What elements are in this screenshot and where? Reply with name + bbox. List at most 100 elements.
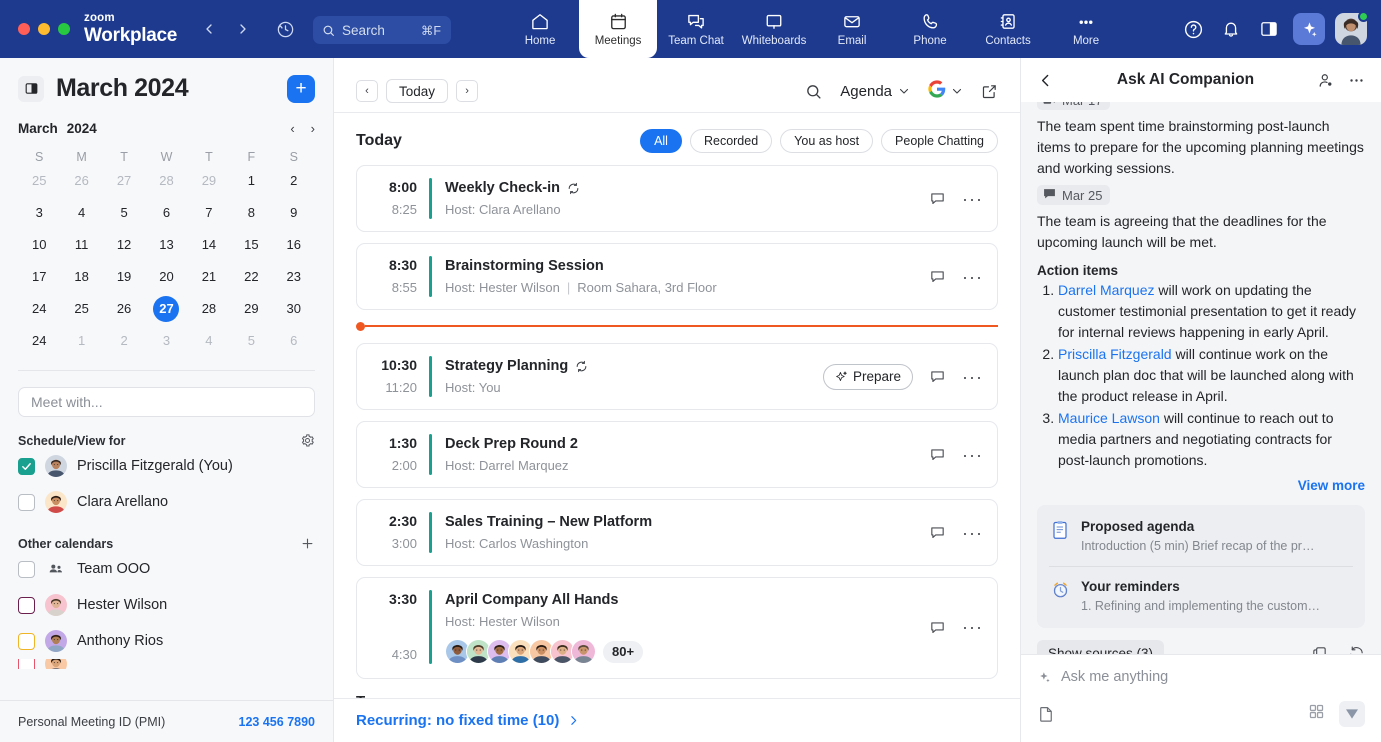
meeting-more-icon[interactable]: ··· bbox=[962, 450, 983, 460]
mini-calendar-day[interactable]: 9 bbox=[273, 200, 315, 226]
gear-icon[interactable] bbox=[300, 433, 315, 448]
meeting-more-icon[interactable]: ··· bbox=[962, 622, 983, 632]
calendar-checkbox[interactable] bbox=[18, 659, 35, 669]
mini-calendar-day[interactable]: 6 bbox=[273, 328, 315, 354]
history-icon[interactable] bbox=[271, 15, 299, 43]
mini-calendar-day[interactable]: 14 bbox=[188, 232, 230, 258]
mini-calendar-day[interactable]: 19 bbox=[103, 264, 145, 290]
mini-calendar-day[interactable]: 7 bbox=[188, 200, 230, 226]
mini-calendar-day[interactable]: 3 bbox=[145, 328, 187, 354]
mini-calendar-selected-day[interactable]: 27 bbox=[145, 296, 187, 322]
view-more-link[interactable]: View more bbox=[1037, 478, 1365, 493]
mini-calendar-day[interactable]: 29 bbox=[188, 168, 230, 194]
next-day-button[interactable]: › bbox=[456, 80, 478, 102]
meeting-card[interactable]: 8:008:25Weekly Check-inHost: Clara Arell… bbox=[356, 165, 998, 232]
calendar-checkbox[interactable] bbox=[18, 597, 35, 614]
ai-more-icon[interactable] bbox=[1348, 72, 1365, 89]
google-calendar-selector[interactable] bbox=[928, 80, 963, 103]
other-calendar-row[interactable]: Hester Wilson bbox=[0, 587, 333, 623]
proposed-agenda-row[interactable]: Proposed agenda Introduction (5 min) Bri… bbox=[1049, 515, 1353, 558]
mini-calendar-day[interactable]: 4 bbox=[188, 328, 230, 354]
mini-calendar-day[interactable]: 24 bbox=[18, 296, 60, 322]
meeting-more-icon[interactable]: ··· bbox=[962, 272, 983, 282]
mini-calendar-day[interactable]: 28 bbox=[188, 296, 230, 322]
refresh-icon[interactable] bbox=[1348, 645, 1365, 655]
mini-calendar-day[interactable]: 12 bbox=[103, 232, 145, 258]
tab-email[interactable]: Email bbox=[813, 0, 891, 58]
mini-calendar-day[interactable]: 4 bbox=[60, 200, 102, 226]
mini-calendar-day[interactable]: 21 bbox=[188, 264, 230, 290]
ai-entry-tag[interactable]: Mar 25 bbox=[1037, 185, 1110, 205]
filter-chip-recorded[interactable]: Recorded bbox=[690, 129, 772, 153]
meeting-chat-icon[interactable] bbox=[929, 524, 946, 541]
show-sources-button[interactable]: Show sources (3) bbox=[1037, 640, 1164, 654]
calendar-checkbox[interactable] bbox=[18, 561, 35, 578]
other-calendar-row[interactable]: Anthony Rios bbox=[0, 623, 333, 659]
mini-calendar-day[interactable]: 16 bbox=[273, 232, 315, 258]
today-button[interactable]: Today bbox=[386, 79, 448, 103]
mini-calendar-day[interactable]: 25 bbox=[60, 296, 102, 322]
attendee-avatars[interactable]: 80+ bbox=[445, 639, 919, 664]
meeting-card[interactable]: 3:304:30April Company All HandsHost: Hes… bbox=[356, 577, 998, 679]
meeting-more-icon[interactable]: ··· bbox=[962, 194, 983, 204]
filter-chip-you-as-host[interactable]: You as host bbox=[780, 129, 873, 153]
document-icon[interactable] bbox=[1037, 705, 1055, 723]
your-reminders-row[interactable]: Your reminders 1. Refining and implement… bbox=[1049, 575, 1353, 618]
forward-button[interactable] bbox=[229, 15, 257, 43]
meeting-chat-icon[interactable] bbox=[929, 190, 946, 207]
mini-calendar-day[interactable]: 5 bbox=[230, 328, 272, 354]
mini-calendar-day[interactable]: 6 bbox=[145, 200, 187, 226]
mini-calendar-day[interactable]: 2 bbox=[273, 168, 315, 194]
ai-panel-body[interactable]: Mar 17The team spent time brainstorming … bbox=[1021, 102, 1381, 654]
prev-day-button[interactable]: ‹ bbox=[356, 80, 378, 102]
filter-chip-people-chatting[interactable]: People Chatting bbox=[881, 129, 998, 153]
attendee-overflow-count[interactable]: 80+ bbox=[603, 641, 643, 663]
view-selector[interactable]: Agenda bbox=[840, 83, 910, 100]
calendar-person-row[interactable]: Priscilla Fitzgerald (You) bbox=[0, 448, 333, 484]
mini-calendar-day[interactable]: 13 bbox=[145, 232, 187, 258]
meeting-card[interactable]: 2:303:00Sales Training – New PlatformHos… bbox=[356, 499, 998, 566]
search-icon[interactable] bbox=[805, 83, 822, 100]
tab-meetings[interactable]: Meetings bbox=[579, 0, 657, 58]
mini-calendar-day[interactable]: 15 bbox=[230, 232, 272, 258]
mini-calendar-day[interactable]: 26 bbox=[103, 296, 145, 322]
meeting-chat-icon[interactable] bbox=[929, 619, 946, 636]
calendar-checkbox[interactable] bbox=[18, 458, 35, 475]
tab-team-chat[interactable]: Team Chat bbox=[657, 0, 735, 58]
ask-input[interactable]: Ask me anything bbox=[1037, 669, 1365, 685]
user-avatar[interactable] bbox=[1335, 13, 1367, 45]
send-icon[interactable] bbox=[1339, 701, 1365, 727]
bell-icon[interactable] bbox=[1217, 15, 1245, 43]
window-controls[interactable] bbox=[18, 0, 84, 58]
meeting-chat-icon[interactable] bbox=[929, 446, 946, 463]
meeting-card[interactable]: 8:308:55Brainstorming SessionHost: Heste… bbox=[356, 243, 998, 310]
meeting-more-icon[interactable]: ··· bbox=[962, 372, 983, 382]
meeting-chat-icon[interactable] bbox=[929, 268, 946, 285]
mini-calendar-day[interactable]: 1 bbox=[230, 168, 272, 194]
minimize-window-button[interactable] bbox=[38, 23, 50, 35]
meeting-chat-icon[interactable] bbox=[929, 368, 946, 385]
calendar-person-row[interactable]: Clara Arellano bbox=[0, 484, 333, 520]
add-calendar-icon[interactable] bbox=[300, 536, 315, 551]
sidebar-collapse-icon[interactable] bbox=[18, 76, 44, 102]
meeting-card[interactable]: 10:3011:20Strategy PlanningHost: YouPrep… bbox=[356, 343, 998, 410]
meetings-scroll-area[interactable]: Today AllRecordedYou as hostPeople Chatt… bbox=[334, 113, 1020, 698]
tab-home[interactable]: Home bbox=[501, 0, 579, 58]
apps-grid-icon[interactable] bbox=[1308, 703, 1325, 725]
mini-calendar-day[interactable]: 5 bbox=[103, 200, 145, 226]
search-input[interactable]: Search ⌘F bbox=[313, 16, 451, 44]
meet-with-input[interactable]: Meet with... bbox=[18, 387, 315, 417]
mini-calendar-day[interactable]: 28 bbox=[145, 168, 187, 194]
mini-calendar-day[interactable]: 27 bbox=[103, 168, 145, 194]
tab-phone[interactable]: Phone bbox=[891, 0, 969, 58]
mini-calendar-day[interactable]: 20 bbox=[145, 264, 187, 290]
mini-calendar-day[interactable]: 8 bbox=[230, 200, 272, 226]
new-meeting-button[interactable]: + bbox=[287, 75, 315, 103]
ai-back-button[interactable] bbox=[1037, 72, 1054, 89]
other-calendar-row[interactable]: Team OOO bbox=[0, 551, 333, 587]
other-calendar-row-partial[interactable] bbox=[0, 659, 333, 669]
action-item-person[interactable]: Maurice Lawson bbox=[1058, 410, 1160, 426]
mini-calendar-day[interactable]: 1 bbox=[60, 328, 102, 354]
mini-calendar-day[interactable]: 22 bbox=[230, 264, 272, 290]
mini-calendar-day[interactable]: 29 bbox=[230, 296, 272, 322]
